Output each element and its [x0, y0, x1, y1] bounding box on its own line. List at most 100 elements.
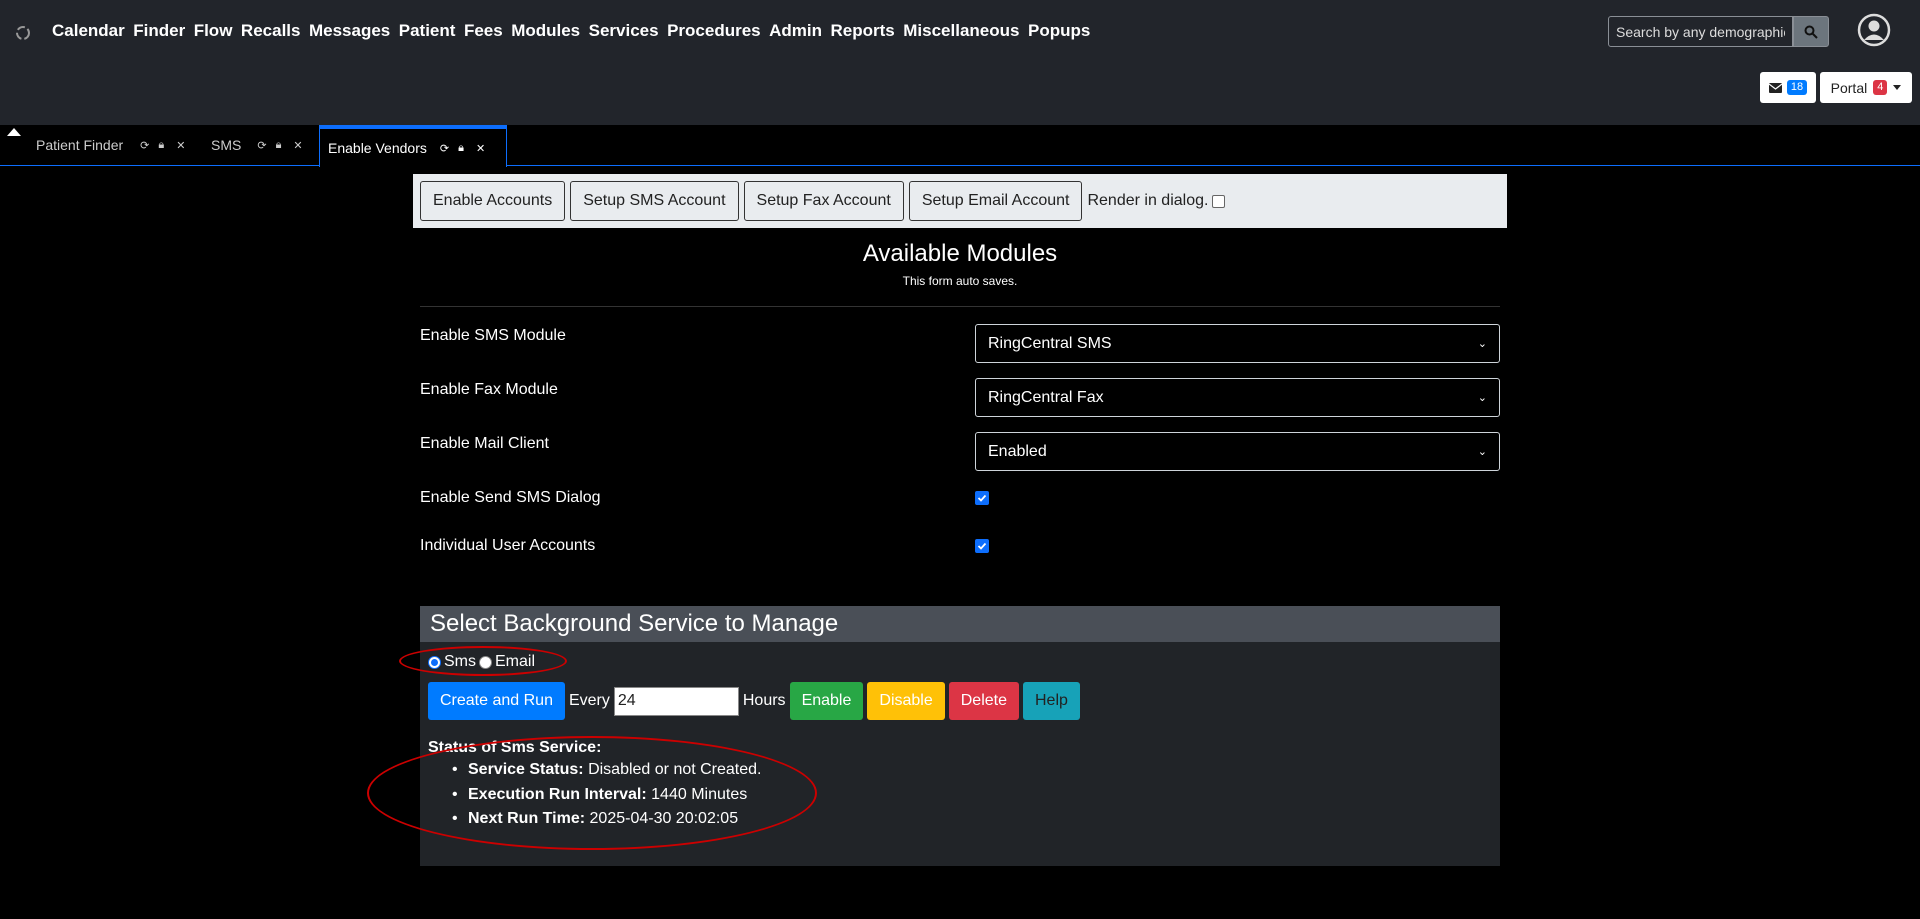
- service-radio-group: Sms Email: [428, 653, 535, 671]
- service-panel-heading: Select Background Service to Manage: [420, 606, 1500, 642]
- interval-key: Execution Run Interval:: [468, 785, 647, 803]
- chevron-down-icon: ⌄: [1477, 338, 1487, 350]
- render-in-dialog-toggle[interactable]: Render in dialog.: [1087, 192, 1226, 210]
- menu-reports[interactable]: Reports: [831, 21, 895, 41]
- sms-module-select[interactable]: RingCentral SMS ⌄: [975, 324, 1500, 363]
- divider: [420, 306, 1500, 307]
- mail-client-value: Enabled: [988, 442, 1047, 460]
- mail-client-select[interactable]: Enabled ⌄: [975, 432, 1500, 471]
- background-service-panel: Select Background Service to Manage Sms …: [420, 606, 1500, 866]
- enable-service-button[interactable]: Enable: [789, 682, 864, 720]
- tab-label: Enable Vendors: [328, 140, 427, 156]
- menu-recalls[interactable]: Recalls: [241, 21, 301, 41]
- menu-flow[interactable]: Flow: [194, 21, 233, 41]
- service-status-list: Service Status: Disabled or not Created.…: [452, 761, 762, 835]
- patient-search-input[interactable]: [1608, 16, 1793, 47]
- messages-count-badge: 18: [1786, 80, 1808, 95]
- chevron-down-icon: [1893, 85, 1902, 90]
- menu-miscellaneous[interactable]: Miscellaneous: [903, 21, 1019, 41]
- tab-enable-vendors[interactable]: Enable Vendors ⟳ 🔒︎ ✕: [319, 125, 507, 167]
- tab-sms[interactable]: SMS ⟳ 🔒︎ ✕: [211, 125, 303, 165]
- vendor-toolbar: Enable Accounts Setup SMS Account Setup …: [413, 174, 1507, 228]
- enable-accounts-button[interactable]: Enable Accounts: [420, 181, 566, 221]
- send-sms-dialog-checkbox[interactable]: [975, 491, 989, 505]
- interval-value: 1440 Minutes: [651, 785, 748, 803]
- app-logo-icon[interactable]: [14, 24, 32, 42]
- close-icon[interactable]: ✕: [293, 139, 302, 152]
- fax-module-value: RingCentral Fax: [988, 388, 1104, 406]
- render-in-dialog-checkbox[interactable]: [1212, 194, 1226, 208]
- close-icon[interactable]: ✕: [176, 139, 185, 152]
- next-run-value: 2025-04-30 20:02:05: [589, 810, 739, 827]
- setup-fax-account-button[interactable]: Setup Fax Account: [743, 181, 904, 221]
- menu-procedures[interactable]: Procedures: [667, 21, 761, 41]
- email-radio-label: Email: [495, 653, 536, 670]
- close-icon[interactable]: ✕: [476, 142, 485, 155]
- portal-label: Portal: [1830, 79, 1868, 96]
- setup-email-account-button[interactable]: Setup Email Account: [908, 181, 1083, 221]
- menu-fees[interactable]: Fees: [464, 21, 503, 41]
- lock-icon[interactable]: 🔒︎: [276, 139, 282, 152]
- menu-finder[interactable]: Finder: [133, 21, 185, 41]
- portal-dropdown-button[interactable]: Portal 4: [1820, 72, 1912, 103]
- tab-bar: Patient Finder ⟳ 🔒︎ ✕ SMS ⟳ 🔒︎ ✕ Enable …: [0, 125, 1920, 167]
- email-radio[interactable]: [479, 655, 492, 669]
- search-button[interactable]: [1793, 16, 1829, 47]
- disable-service-button[interactable]: Disable: [867, 682, 945, 720]
- every-label: Every: [568, 692, 610, 709]
- chevron-down-icon: ⌄: [1477, 446, 1487, 458]
- top-navbar: Calendar Finder Flow Recalls Messages Pa…: [0, 0, 1920, 125]
- render-in-dialog-label: Render in dialog.: [1087, 192, 1209, 209]
- individual-accounts-checkbox[interactable]: [975, 539, 989, 553]
- menu-popups[interactable]: Popups: [1028, 21, 1090, 41]
- sms-module-value: RingCentral SMS: [988, 334, 1112, 352]
- list-item: Next Run Time: 2025-04-30 20:02:05: [452, 810, 762, 835]
- menu-calendar[interactable]: Calendar: [52, 21, 125, 41]
- collapse-nav-icon[interactable]: [7, 128, 21, 136]
- envelope-icon: [1768, 82, 1782, 93]
- create-and-run-button[interactable]: Create and Run: [428, 682, 565, 720]
- page-title: Available Modules: [862, 240, 1058, 267]
- user-avatar-icon[interactable]: [1857, 13, 1891, 47]
- portal-count-badge: 4: [1873, 80, 1888, 95]
- tab-patient-finder[interactable]: Patient Finder ⟳ 🔒︎ ✕: [36, 125, 185, 165]
- setup-sms-account-button[interactable]: Setup SMS Account: [570, 181, 739, 221]
- sms-radio[interactable]: [428, 655, 441, 669]
- checkmark-icon: [977, 542, 987, 550]
- list-item: Service Status: Disabled or not Created.: [452, 761, 762, 786]
- delete-service-button[interactable]: Delete: [948, 682, 1019, 720]
- fax-module-label: Enable Fax Module: [420, 381, 558, 398]
- sms-module-label: Enable SMS Module: [420, 327, 566, 344]
- status-value: Disabled or not Created.: [588, 761, 762, 778]
- help-button[interactable]: Help: [1023, 682, 1080, 720]
- lock-icon[interactable]: 🔒︎: [158, 139, 164, 152]
- list-item: Execution Run Interval: 1440 Minutes: [452, 785, 762, 811]
- patient-search: [1608, 16, 1829, 47]
- interval-hours-input[interactable]: [613, 686, 739, 716]
- service-status-title: Status of Sms Service:: [428, 739, 602, 756]
- individual-accounts-label: Individual User Accounts: [420, 537, 596, 554]
- tab-label: Patient Finder: [36, 137, 124, 153]
- service-controls: Create and Run Every Hours Enable Disabl…: [428, 682, 1084, 720]
- messages-button[interactable]: 18: [1760, 72, 1816, 103]
- refresh-icon[interactable]: ⟳: [257, 139, 266, 152]
- menu-messages[interactable]: Messages: [309, 21, 390, 41]
- status-key: Service Status:: [468, 761, 584, 778]
- page-subtitle: This form auto saves.: [902, 274, 1018, 288]
- main-menu: Calendar Finder Flow Recalls Messages Pa…: [52, 21, 1099, 41]
- fax-module-select[interactable]: RingCentral Fax ⌄: [975, 378, 1500, 417]
- refresh-icon[interactable]: ⟳: [440, 142, 449, 155]
- tab-label: SMS: [211, 137, 242, 153]
- mail-client-label: Enable Mail Client: [420, 435, 549, 452]
- menu-modules[interactable]: Modules: [511, 21, 580, 41]
- checkmark-icon: [977, 494, 987, 502]
- sms-radio-label: Sms: [444, 653, 476, 670]
- search-icon: [1804, 25, 1818, 39]
- menu-admin[interactable]: Admin: [769, 21, 822, 41]
- menu-patient[interactable]: Patient: [399, 21, 456, 41]
- lock-icon[interactable]: 🔒︎: [458, 142, 464, 155]
- chevron-down-icon: ⌄: [1477, 392, 1487, 404]
- refresh-icon[interactable]: ⟳: [140, 139, 149, 152]
- hours-label: Hours: [742, 692, 786, 709]
- menu-services[interactable]: Services: [589, 21, 659, 41]
